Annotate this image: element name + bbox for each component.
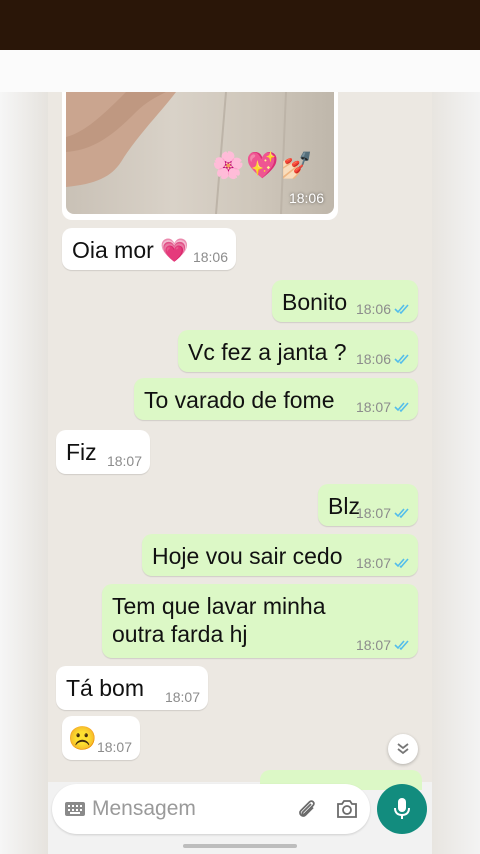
photo-emojis: 🌸💖💅🏻 — [212, 150, 316, 180]
double-check-icon — [394, 508, 409, 519]
message-composer[interactable]: Mensagem — [52, 784, 370, 834]
message-time: 18:07 — [164, 689, 200, 705]
message-text-line2: outra farda hj — [112, 621, 248, 647]
message-out[interactable]: To varado de fome 18:07 — [134, 378, 418, 420]
camera-icon[interactable] — [335, 798, 359, 820]
message-out[interactable]: Bonito 18:06 — [272, 280, 418, 322]
message-text: Vc fez a janta ? — [188, 339, 347, 365]
photo-timestamp: 18:06 — [288, 190, 324, 206]
message-text: To varado de fome — [144, 387, 335, 413]
background-edge-right — [432, 92, 480, 854]
microphone-button[interactable] — [377, 784, 427, 834]
message-text: Oia mor 💗 — [72, 237, 189, 263]
message-text: Hoje vou sair cedo — [152, 543, 343, 569]
message-time: 18:06 — [192, 249, 228, 265]
image-message[interactable]: 🌸💖💅🏻 18:06 — [62, 92, 338, 220]
double-check-icon — [394, 558, 409, 569]
message-time: 18:07 — [96, 739, 132, 755]
message-in[interactable]: Oia mor 💗 18:06 — [62, 228, 236, 270]
message-input-placeholder[interactable]: Mensagem — [92, 797, 196, 821]
message-out[interactable]: Hoje vou sair cedo 18:07 — [142, 534, 418, 576]
message-time: 18:07 — [355, 399, 391, 415]
message-text: Bonito — [282, 289, 348, 315]
keyboard-icon[interactable] — [64, 799, 86, 819]
message-out[interactable]: Tem que lavar minha outra farda hj 18:07 — [102, 584, 418, 658]
message-text: Tá bom — [66, 675, 144, 701]
message-out[interactable]: Vc fez a janta ? 18:06 — [178, 330, 418, 372]
double-check-icon — [394, 304, 409, 315]
double-check-icon — [394, 402, 409, 413]
message-text: Fiz — [66, 439, 97, 465]
message-time: 18:06 — [355, 351, 391, 367]
message-time: 18:07 — [355, 637, 391, 653]
message-text: ☹️ — [68, 725, 97, 751]
status-bar — [0, 0, 480, 50]
message-text: Tem que lavar minha — [112, 593, 326, 619]
home-indicator — [183, 844, 297, 848]
message-in[interactable]: ☹️ 18:07 — [62, 716, 140, 760]
message-time: 18:07 — [355, 505, 391, 521]
double-chevron-down-icon — [397, 743, 409, 755]
message-time: 18:07 — [355, 555, 391, 571]
message-time: 18:07 — [106, 453, 142, 469]
double-check-icon — [394, 354, 409, 365]
scroll-down-button[interactable] — [388, 734, 418, 764]
attachment-icon[interactable] — [296, 798, 318, 820]
double-check-icon — [394, 640, 409, 651]
header-bar — [0, 50, 480, 92]
photo-thumbnail[interactable]: 🌸💖💅🏻 18:06 — [66, 92, 334, 214]
microphone-icon — [394, 798, 410, 819]
message-out[interactable]: Blz 18:07 — [318, 484, 418, 526]
background-edge-left — [0, 92, 48, 854]
message-in[interactable]: Fiz 18:07 — [56, 430, 150, 474]
message-time: 18:06 — [355, 301, 391, 317]
message-in[interactable]: Tá bom 18:07 — [56, 666, 208, 710]
